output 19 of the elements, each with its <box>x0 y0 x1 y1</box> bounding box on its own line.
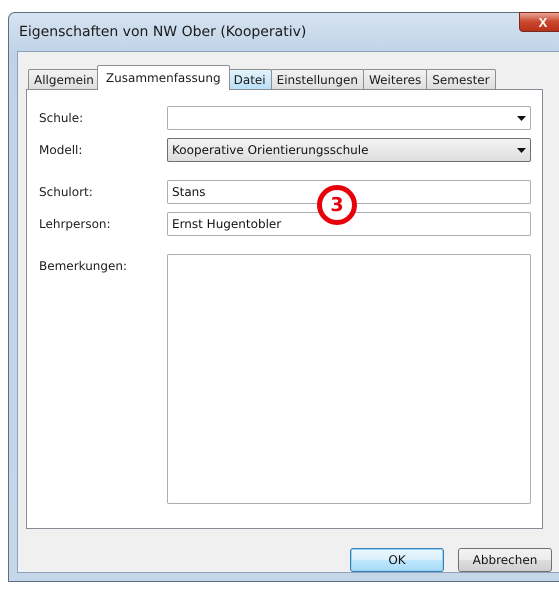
tab[interactable]: Allgemein <box>28 69 100 90</box>
caret-icon <box>517 116 526 120</box>
close-button[interactable]: X <box>519 12 559 32</box>
field-label: Modell: <box>39 142 84 157</box>
input-field[interactable]: Ernst Hugentobler <box>167 212 531 236</box>
tab[interactable]: Weiteres <box>362 69 428 90</box>
dialog-button[interactable]: OK <box>350 548 444 572</box>
field-label: Lehrperson: <box>39 216 112 231</box>
caret-icon <box>517 148 526 152</box>
field-label: Bemerkungen: <box>39 258 128 273</box>
tab[interactable]: Zusammenfassung <box>96 65 230 90</box>
field-label: Schulort: <box>39 184 94 199</box>
dialog-button[interactable]: Abbrechen <box>458 548 552 572</box>
tab[interactable]: Einstellungen <box>270 69 364 90</box>
combo-box[interactable] <box>167 106 531 130</box>
tab[interactable]: Semester <box>426 69 496 90</box>
field-label: Schule: <box>39 110 84 125</box>
dropdown[interactable]: Kooperative Orientierungsschule <box>167 138 531 162</box>
window-title: Eigenschaften von NW Ober (Kooperativ) <box>18 24 306 40</box>
